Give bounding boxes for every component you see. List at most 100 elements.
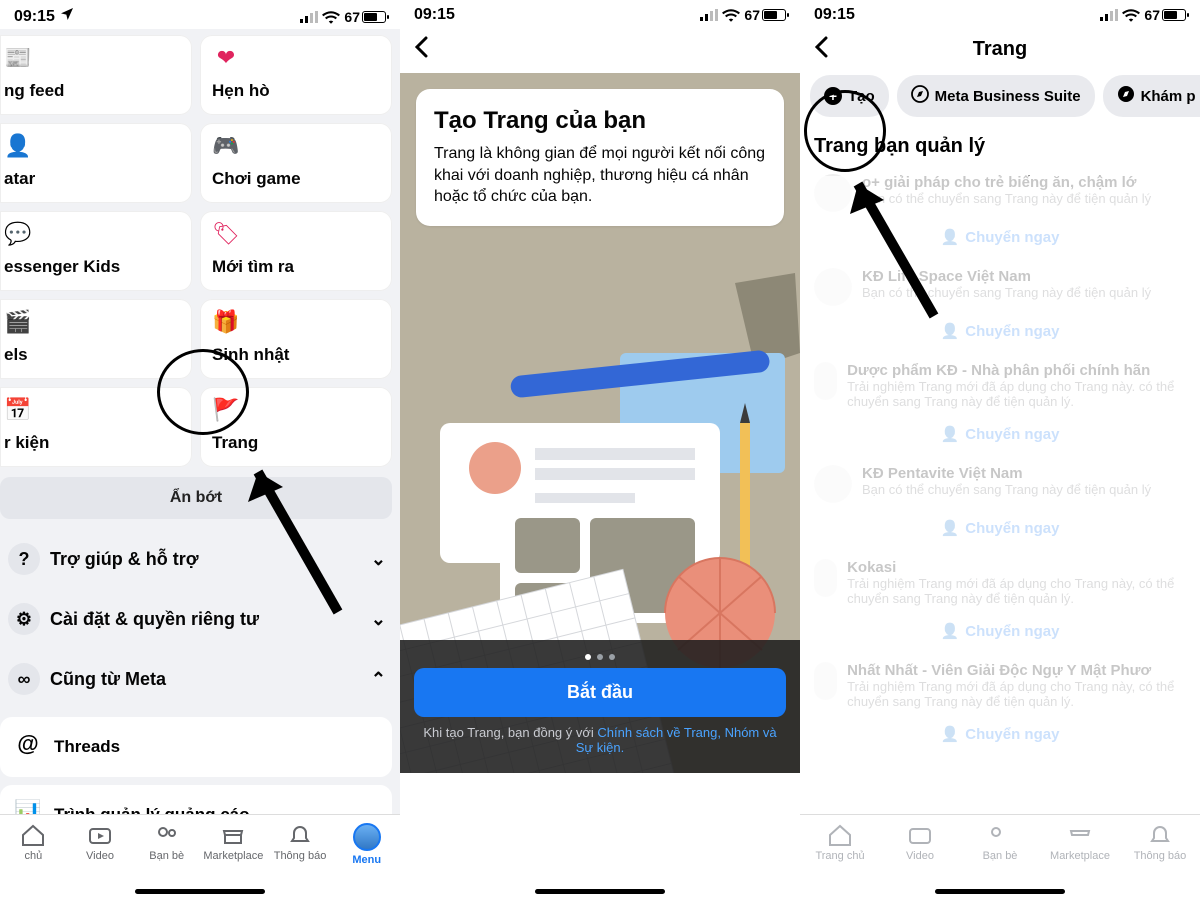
help-support-row[interactable]: ? Trợ giúp & hỗ trợ ⌄ <box>0 529 400 589</box>
back-button[interactable] <box>814 36 828 63</box>
page-title: Trang <box>836 38 1164 61</box>
tab-notifications[interactable]: Thông báo <box>267 823 334 862</box>
threads-icon: @ <box>14 733 42 761</box>
calendar-icon: 📅 <box>4 399 32 427</box>
avatar-icon: 👤 <box>4 135 32 163</box>
tab-notifications[interactable]: Thông báo <box>1120 823 1200 862</box>
wifi-icon <box>1122 8 1140 22</box>
home-icon <box>20 823 46 847</box>
dot-2 <box>597 654 603 660</box>
home-indicator <box>135 889 265 894</box>
screenshot-pages-list: 09:15 67 Trang + Tạo Meta Business Suite <box>800 0 1200 900</box>
tab-friends[interactable]: Bạn bè <box>133 823 200 862</box>
cta-bar: Bắt đầu Khi tạo Trang, bạn đồng ý với Ch… <box>400 640 800 773</box>
pages-you-manage-heading: Trang bạn quản lý <box>800 123 1200 164</box>
battery-indicator: 67 <box>744 7 786 23</box>
menu-tile-gaming[interactable]: 🎮Chơi game <box>200 123 392 203</box>
video-icon <box>87 823 113 847</box>
flag-icon: 🚩 <box>212 399 240 427</box>
gift-icon: 🎁 <box>212 311 240 339</box>
tab-marketplace[interactable]: Marketplace <box>1040 823 1120 862</box>
pages-header: Trang <box>800 26 1200 69</box>
terms-text: Khi tạo Trang, bạn đồng ý với Chính sách… <box>414 725 786 755</box>
status-bar: 09:15 67 <box>0 0 400 29</box>
cell-signal-icon <box>700 9 718 21</box>
chevron-up-icon: ⌃ <box>371 669 386 690</box>
discover-chip[interactable]: Khám p <box>1103 75 1200 117</box>
compass-icon <box>911 85 929 107</box>
menu-tile-events[interactable]: 📅r kiện <box>0 387 192 467</box>
store-icon <box>1067 823 1093 847</box>
plus-circle-icon: + <box>824 87 842 105</box>
menu-tile-feed[interactable]: 📰ng feed <box>0 35 192 115</box>
tab-menu[interactable]: Menu <box>333 823 400 866</box>
hero-illustration: Tạo Trang của bạn Trang là không gian để… <box>400 73 800 773</box>
friends-icon <box>154 823 180 847</box>
threads-link[interactable]: @ Threads <box>0 717 392 777</box>
tab-home[interactable]: chủ <box>0 823 67 862</box>
action-chips: + Tạo Meta Business Suite Khám p <box>800 69 1200 123</box>
messenger-kids-icon: 💬 <box>4 223 32 251</box>
start-button[interactable]: Bắt đầu <box>414 668 786 717</box>
clock: 09:15 <box>14 8 55 26</box>
menu-tile-reels[interactable]: 🎬els <box>0 299 192 379</box>
battery-indicator: 67 <box>1144 7 1186 23</box>
bottom-tabbar: chủ Video Bạn bè Marketplace Thông báo M… <box>0 814 400 900</box>
home-icon <box>827 823 853 847</box>
home-indicator <box>935 889 1065 894</box>
chevron-left-icon <box>414 36 428 58</box>
from-meta-row[interactable]: ∞ Cũng từ Meta ⌃ <box>0 649 400 709</box>
chevron-left-icon <box>814 36 828 58</box>
wifi-icon <box>722 8 740 22</box>
meta-icon: ∞ <box>8 663 40 695</box>
clock: 09:15 <box>414 6 455 24</box>
tab-friends[interactable]: Bạn bè <box>960 823 1040 862</box>
back-button[interactable] <box>400 26 800 73</box>
tab-home[interactable]: Trang chủ <box>800 823 880 862</box>
clock: 09:15 <box>814 6 855 24</box>
menu-tile-messenger-kids[interactable]: 💬essenger Kids <box>0 211 192 291</box>
compass-icon <box>1117 85 1135 107</box>
menu-tile-avatar[interactable]: 👤atar <box>0 123 192 203</box>
screenshot-menu: 09:15 67 📰ng feed ❤Hẹn hò 👤atar 🎮Chơi ga… <box>0 0 400 900</box>
dot-3 <box>609 654 615 660</box>
feed-icon: 📰 <box>4 47 32 75</box>
tab-marketplace[interactable]: Marketplace <box>200 823 267 862</box>
menu-tile-dating[interactable]: ❤Hẹn hò <box>200 35 392 115</box>
heart-icon: ❤ <box>212 47 240 75</box>
chevron-down-icon: ⌄ <box>371 609 386 630</box>
menu-tile-pages[interactable]: 🚩Trang <box>200 387 392 467</box>
gamepad-icon: 🎮 <box>212 135 240 163</box>
store-icon <box>220 823 246 847</box>
status-bar: 09:15 67 <box>400 0 800 26</box>
menu-tile-birthday[interactable]: 🎁Sinh nhật <box>200 299 392 379</box>
location-arrow-icon <box>59 6 75 27</box>
dot-1 <box>585 654 591 660</box>
bell-icon <box>287 823 313 847</box>
cell-signal-icon <box>300 11 318 23</box>
friends-icon <box>987 823 1013 847</box>
terms-link[interactable]: Chính sách về Trang, Nhóm và Sự kiện. <box>576 725 777 755</box>
status-bar: 09:15 67 <box>800 0 1200 26</box>
tab-video[interactable]: Video <box>880 823 960 862</box>
bottom-tabbar: Trang chủ Video Bạn bè Marketplace Thông… <box>800 814 1200 900</box>
page-indicator-dots <box>414 654 786 660</box>
battery-indicator: 67 <box>344 9 386 25</box>
create-chip[interactable]: + Tạo <box>810 75 889 117</box>
three-screenshots: 09:15 67 📰ng feed ❤Hẹn hò 👤atar 🎮Chơi ga… <box>0 0 1200 900</box>
cell-signal-icon <box>1100 9 1118 21</box>
collapse-button[interactable]: Ẩn bớt <box>0 477 392 519</box>
tag-icon: 🏷 <box>212 223 240 251</box>
help-icon: ? <box>8 543 40 575</box>
menu-tile-discover[interactable]: 🏷Mới tìm ra <box>200 211 392 291</box>
wifi-icon <box>322 10 340 24</box>
settings-privacy-row[interactable]: ⚙ Cài đặt & quyền riêng tư ⌄ <box>0 589 400 649</box>
tab-video[interactable]: Video <box>67 823 134 862</box>
menu-shortcuts-grid: 📰ng feed ❤Hẹn hò 👤atar 🎮Chơi game 💬essen… <box>0 35 400 467</box>
screenshot-create-page: 09:15 67 Tạo Trang của bạn Trang là khôn… <box>400 0 800 900</box>
business-suite-chip[interactable]: Meta Business Suite <box>897 75 1095 117</box>
reels-icon: 🎬 <box>4 311 32 339</box>
home-indicator <box>535 889 665 894</box>
gear-icon: ⚙ <box>8 603 40 635</box>
bell-icon <box>1147 823 1173 847</box>
